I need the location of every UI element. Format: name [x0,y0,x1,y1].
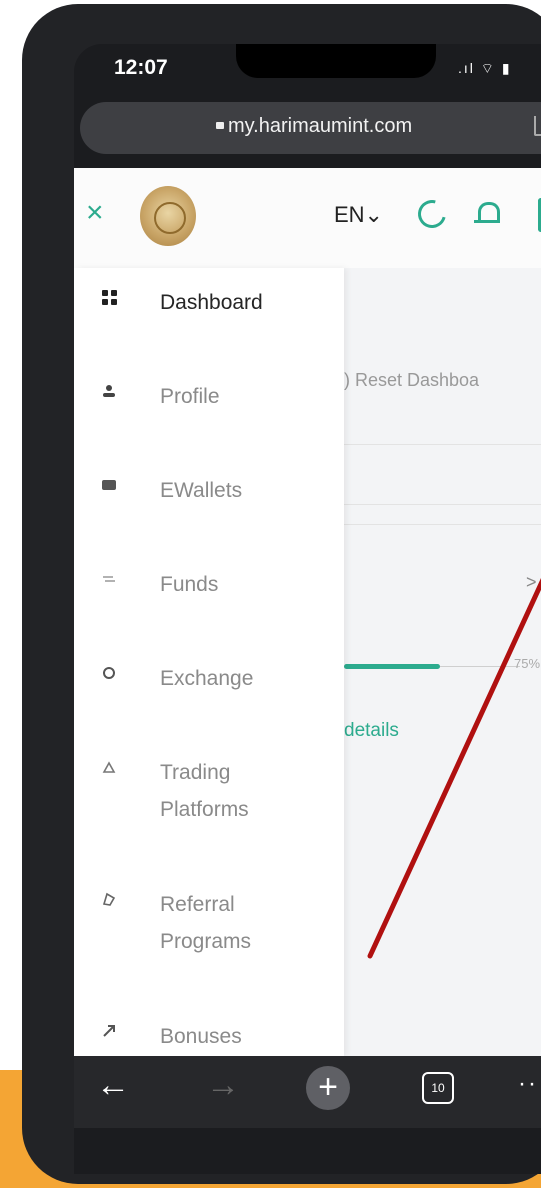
web-app: × EN⌄ ) Reset Dashboa > 75% details Dash… [74,168,541,1056]
status-bar: 12:07 .ıl ⌔ ▮ [74,44,541,104]
url-text: my.harimaumint.com [228,115,413,137]
more-menu-icon[interactable]: ·· [518,1070,538,1098]
browser-bottom-bar: ← → + 10 ·· [74,1056,541,1128]
phone-screen: 12:07 .ıl ⌔ ▮ my.harimaumint.com × EN⌄ )… [74,44,541,1174]
forward-arrow-icon[interactable]: → [206,1066,240,1105]
share-icon[interactable] [534,116,541,136]
lock-icon [216,122,224,129]
status-time: 12:07 [114,56,168,79]
phone-chin [74,1128,541,1174]
back-arrow-icon[interactable]: ← [96,1066,130,1105]
tabs-count-button[interactable]: 10 [422,1072,454,1104]
notch [236,44,436,78]
phone-frame: 12:07 .ıl ⌔ ▮ my.harimaumint.com × EN⌄ )… [22,4,541,1184]
annotation-arrow [367,577,541,959]
new-tab-plus-icon[interactable]: + [306,1066,350,1110]
address-bar[interactable]: my.harimaumint.com [80,102,541,154]
system-icons: .ıl ⌔ ▮ [458,60,512,76]
